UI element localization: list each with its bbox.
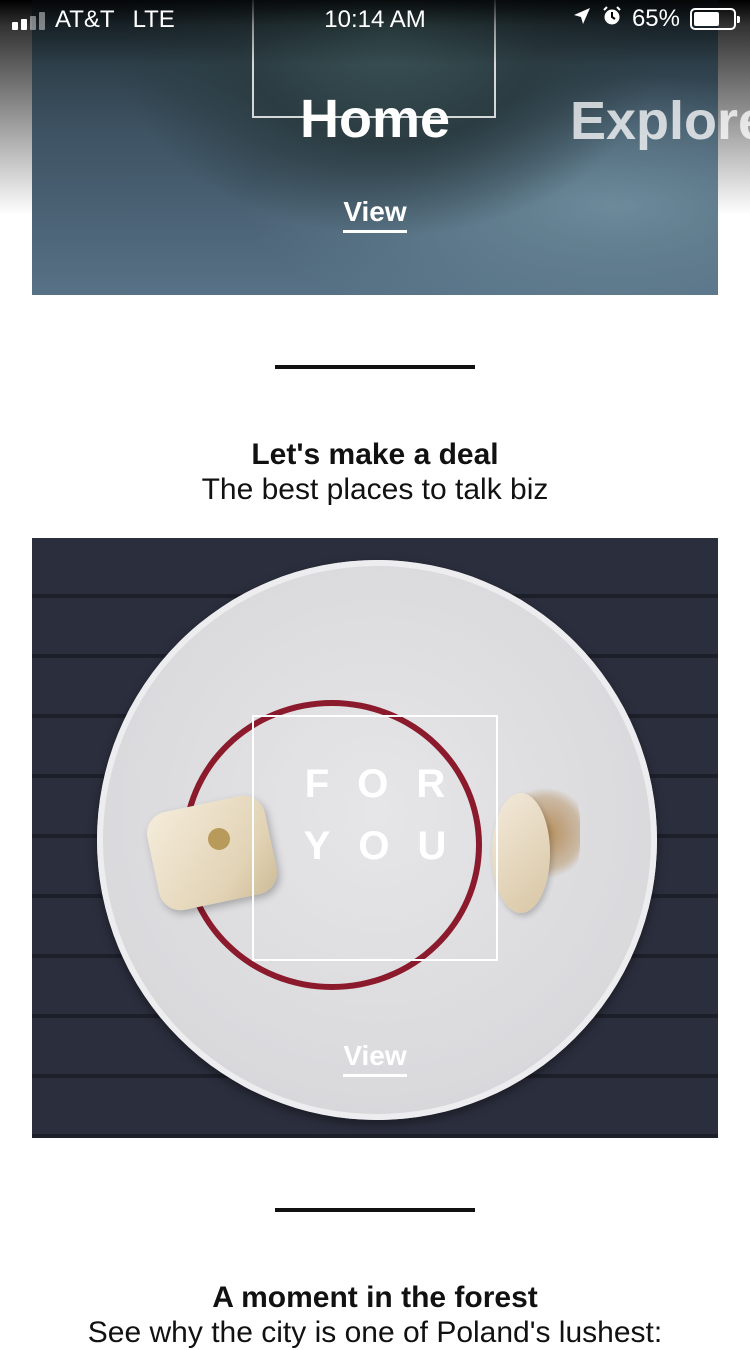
battery-percentage: 65% [631, 5, 680, 32]
battery-icon [690, 8, 740, 30]
location-arrow-icon [572, 5, 592, 33]
section-divider [275, 365, 475, 369]
for-you-card[interactable]: FOR YOU View [32, 538, 718, 1138]
section-title-deal: Let's make a deal [251, 438, 499, 471]
for-you-line-1: FOR [304, 762, 474, 806]
status-bar: AT&T LTE 10:14 AM 65% [0, 0, 750, 40]
section-divider [275, 1208, 475, 1212]
dessert-garnish [208, 828, 230, 850]
section-subtitle-deal: The best places to talk biz [201, 473, 549, 506]
hero-view-link[interactable]: View [32, 196, 718, 233]
for-you-line-2: YOU [303, 824, 475, 868]
explore-tab-peek[interactable]: Explore [570, 90, 750, 152]
for-you-label: FOR YOU [252, 753, 498, 877]
hero-view-label: View [343, 196, 407, 233]
alarm-icon [602, 5, 622, 33]
for-you-view-link[interactable]: View [32, 1040, 718, 1077]
section-subtitle-forest: See why the city is one of Poland's lush… [87, 1316, 663, 1349]
dessert-quenelle [492, 793, 550, 913]
section-title-forest: A moment in the forest [212, 1281, 538, 1314]
for-you-view-label: View [343, 1040, 407, 1077]
